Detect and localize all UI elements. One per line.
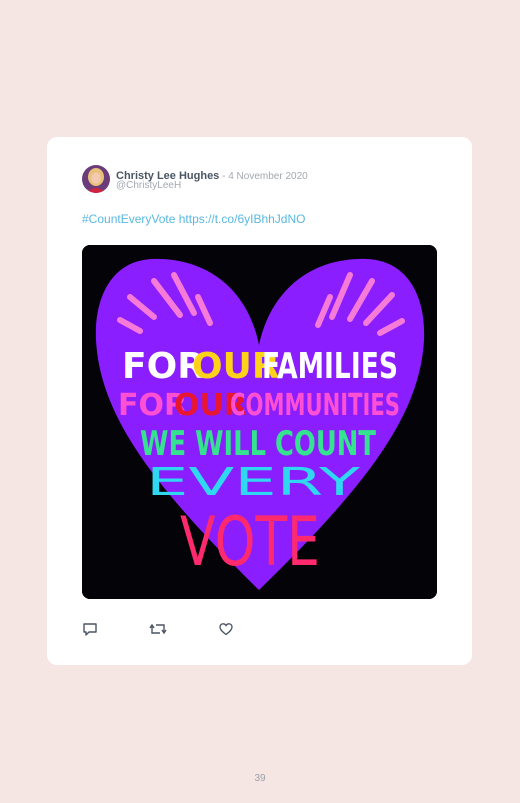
heart-icon: [219, 623, 233, 636]
image-word-vote: VOTE: [180, 503, 320, 582]
image-word-communities: COMMUNITIES: [230, 388, 400, 423]
reply-button[interactable]: [82, 621, 100, 639]
reply-icon: [83, 623, 97, 636]
retweet-button[interactable]: [149, 621, 167, 639]
tweet-url-link[interactable]: https://t.co/6yIBhhJdNO: [179, 212, 306, 226]
tweet-card: Christy Lee Hughes - 4 November 2020 @Ch…: [47, 137, 472, 665]
tweet-text: #CountEveryVote https://t.co/6yIBhhJdNO: [82, 212, 305, 226]
image-word-every: EVERY: [146, 460, 361, 504]
page-number: 39: [254, 773, 266, 784]
meta-separator: -: [219, 171, 229, 182]
tweet-header: Christy Lee Hughes - 4 November 2020 @Ch…: [82, 165, 452, 195]
tweet-actions: [82, 621, 282, 639]
avatar[interactable]: [82, 165, 110, 193]
image-word-families: FAMILIES: [262, 346, 398, 387]
author-handle[interactable]: @ChristyLeeH: [116, 180, 181, 191]
tweet-image[interactable]: FOR OUR FAMILIES FOR OUR COMMUNITIES WE …: [82, 245, 437, 599]
hashtag-link[interactable]: #CountEveryVote: [82, 212, 175, 226]
like-button[interactable]: [218, 621, 236, 639]
image-line-we-will-count: WE WILL COUNT: [140, 424, 377, 464]
retweet-icon: [149, 623, 167, 635]
tweet-date[interactable]: 4 November 2020: [228, 171, 308, 182]
